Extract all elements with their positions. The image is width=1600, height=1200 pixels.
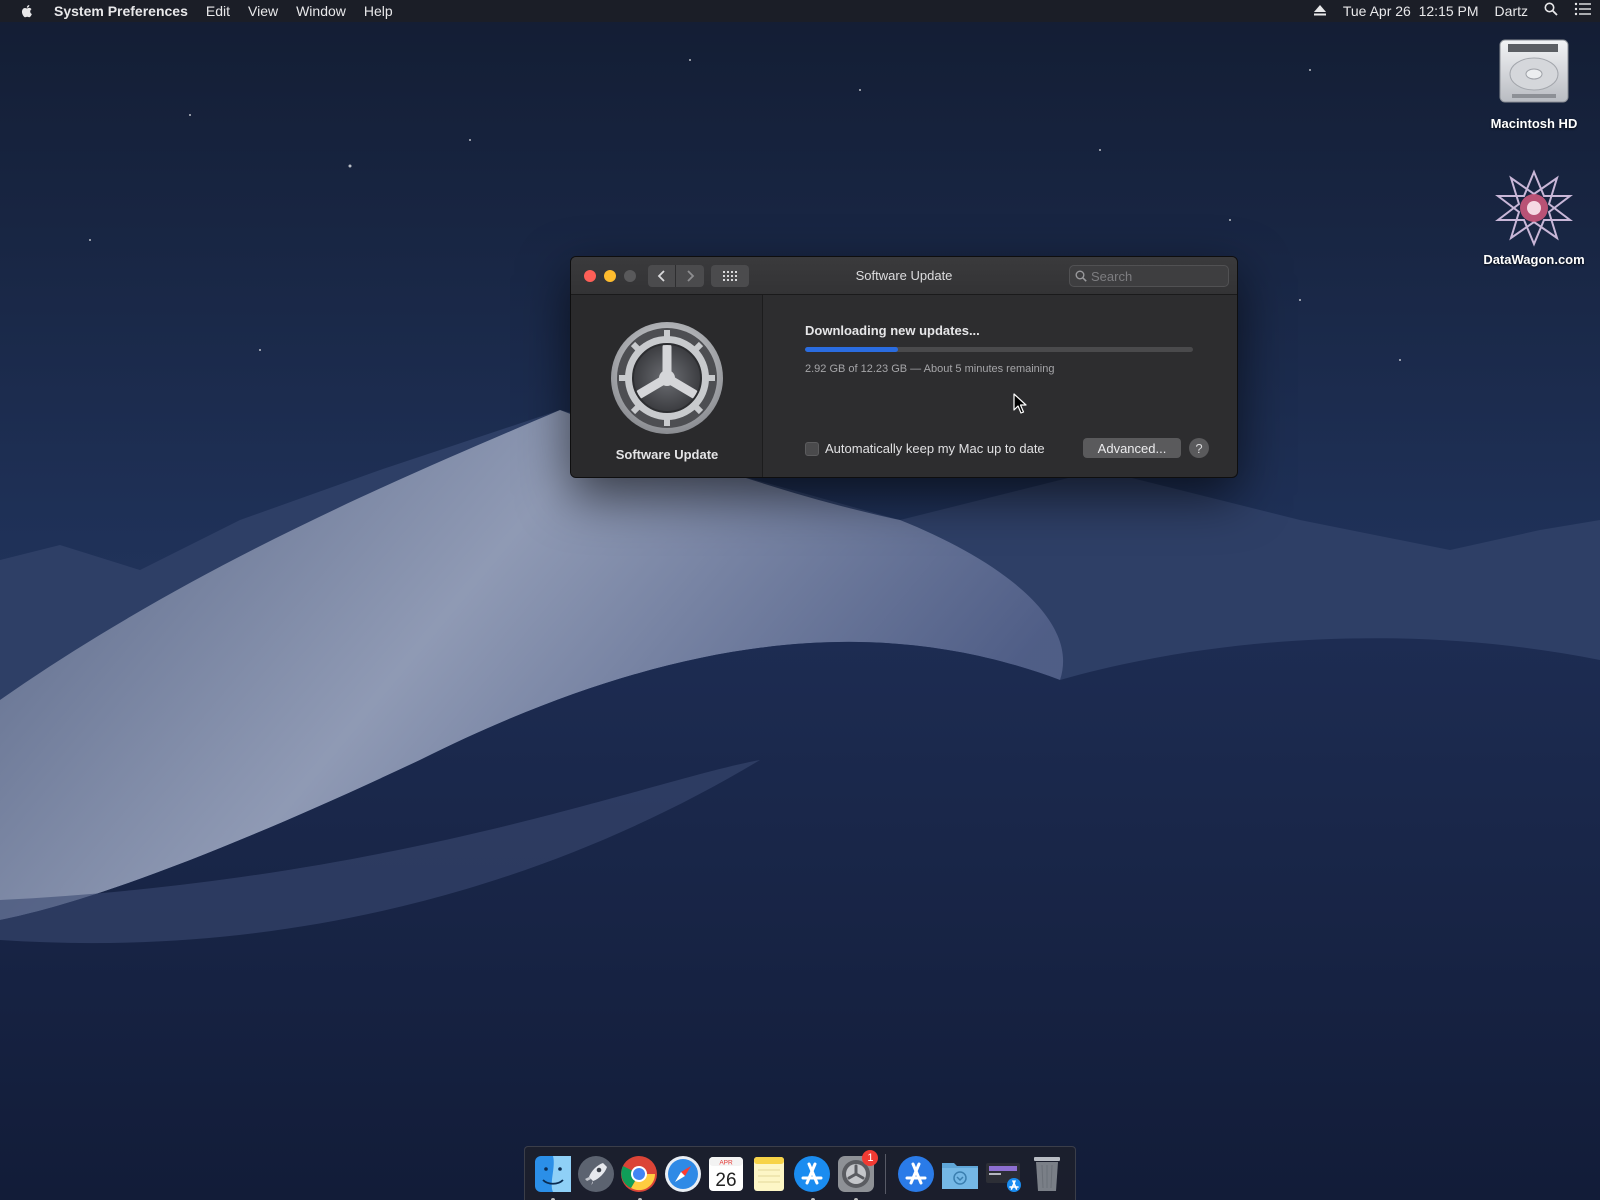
- download-progress-detail: 2.92 GB of 12.23 GB — About 5 minutes re…: [805, 363, 1055, 375]
- desktop-icon-macintosh-hd[interactable]: Macintosh HD: [1474, 32, 1594, 131]
- advanced-button[interactable]: Advanced...: [1083, 438, 1181, 458]
- trash-icon: [1034, 1156, 1061, 1191]
- hard-drive-icon: [1494, 32, 1574, 112]
- dock-item-notes[interactable]: [749, 1154, 788, 1194]
- desktop-wallpaper: [0, 0, 1600, 1200]
- menu-edit[interactable]: Edit: [197, 0, 239, 22]
- download-progress-fill: [805, 347, 898, 352]
- software-update-gear-icon: [611, 322, 723, 434]
- eject-icon[interactable]: [1305, 0, 1335, 22]
- chevron-right-icon: [687, 270, 695, 282]
- back-button[interactable]: [648, 265, 676, 287]
- auto-update-label[interactable]: Automatically keep my Mac up to date: [825, 441, 1045, 456]
- software-update-app-icon: [898, 1155, 934, 1192]
- search-field[interactable]: [1069, 265, 1229, 287]
- chrome-icon: [621, 1155, 658, 1192]
- dock-item-system-preferences[interactable]: 1: [836, 1149, 879, 1200]
- dock-item-trash[interactable]: [1028, 1154, 1067, 1194]
- software-update-window: Software Update Search Software Update D…: [570, 256, 1238, 478]
- desktop-icon-label: DataWagon.com: [1483, 252, 1585, 267]
- menu-bar: System Preferences Edit View Window Help…: [0, 0, 1600, 22]
- help-button[interactable]: ?: [1189, 438, 1209, 458]
- dock-item-chrome[interactable]: [620, 1154, 659, 1200]
- dock-item-calendar[interactable]: APR 26: [706, 1154, 745, 1194]
- dock-item-app-store[interactable]: [793, 1154, 832, 1200]
- sidebar-pane-label: Software Update: [615, 447, 719, 462]
- notes-icon: [754, 1156, 785, 1191]
- calendar-icon: APR 26: [708, 1156, 743, 1191]
- dock: APR 26 1: [524, 1146, 1076, 1200]
- download-status-title: Downloading new updates...: [805, 323, 980, 338]
- finder-icon: [534, 1155, 571, 1192]
- menu-view[interactable]: View: [239, 0, 287, 22]
- window-zoom-button: [624, 270, 636, 282]
- dock-item-finder[interactable]: [533, 1154, 572, 1200]
- dock-item-launchpad[interactable]: [576, 1154, 615, 1194]
- auto-update-row[interactable]: Automatically keep my Mac up to date: [805, 441, 1045, 456]
- safari-icon: [664, 1155, 701, 1192]
- mouse-pointer-icon: [1013, 393, 1027, 414]
- calendar-day: 26: [715, 1170, 736, 1191]
- update-content: Downloading new updates... 2.92 GB of 12…: [763, 295, 1237, 477]
- menu-app-name[interactable]: System Preferences: [54, 0, 197, 22]
- window-close-button[interactable]: [584, 270, 596, 282]
- window-titlebar[interactable]: Software Update: [571, 257, 1237, 295]
- desktop-icon-datawagon[interactable]: DataWagon.com: [1474, 168, 1594, 267]
- menu-help[interactable]: Help: [355, 0, 402, 22]
- navigation-buttons: [648, 265, 704, 287]
- dock-separator: [885, 1153, 887, 1194]
- window-minimize-button[interactable]: [604, 270, 616, 282]
- search-input[interactable]: [1091, 268, 1211, 284]
- apple-menu-icon[interactable]: [0, 3, 54, 19]
- calendar-month: APR: [719, 1159, 733, 1166]
- dock-item-installer[interactable]: [984, 1154, 1024, 1194]
- installer-icon: [985, 1162, 1021, 1192]
- grid-icon: [723, 271, 737, 281]
- pane-sidebar: Software Update: [571, 295, 763, 477]
- datawagon-logo-icon: [1494, 168, 1574, 248]
- download-progress-bar: [805, 347, 1193, 352]
- menubar-clock[interactable]: Tue Apr 26 12:15 PM: [1335, 0, 1487, 22]
- forward-button[interactable]: [676, 265, 704, 287]
- launchpad-icon: [577, 1155, 614, 1192]
- show-all-button[interactable]: [711, 265, 749, 287]
- menubar-user[interactable]: Dartz: [1487, 0, 1536, 22]
- dock-item-downloads[interactable]: [940, 1154, 980, 1194]
- spotlight-search-icon[interactable]: [1536, 0, 1566, 22]
- notification-badge: 1: [862, 1149, 879, 1166]
- search-icon: [1075, 270, 1087, 282]
- chevron-left-icon: [657, 270, 665, 282]
- downloads-folder-icon: [941, 1162, 978, 1189]
- auto-update-checkbox[interactable]: [805, 441, 819, 456]
- menu-window[interactable]: Window: [287, 0, 355, 22]
- desktop-icon-label: Macintosh HD: [1490, 116, 1578, 131]
- dock-item-safari[interactable]: [663, 1154, 702, 1194]
- notification-center-icon[interactable]: [1566, 0, 1600, 22]
- app-store-icon: [794, 1155, 831, 1192]
- dock-item-software-update[interactable]: [896, 1154, 935, 1194]
